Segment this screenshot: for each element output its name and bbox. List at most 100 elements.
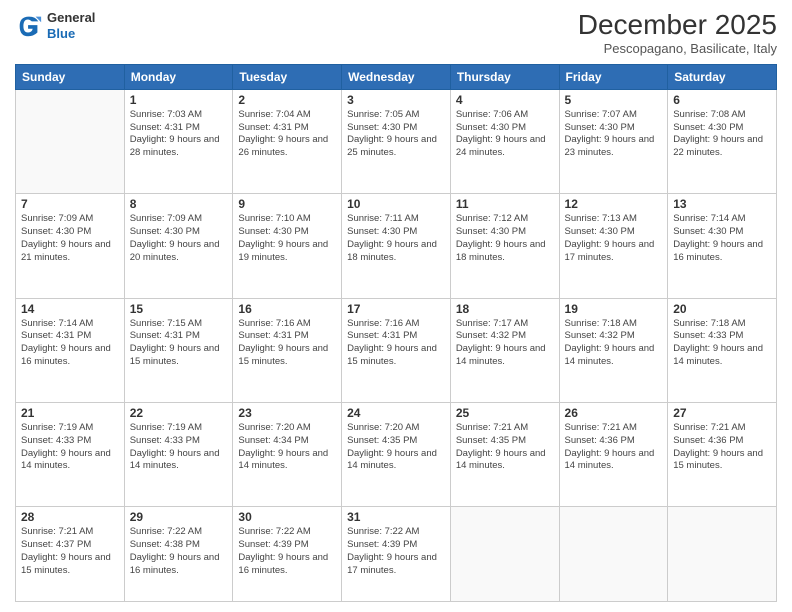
day-number: 20 — [673, 302, 771, 316]
day-number: 12 — [565, 197, 663, 211]
day-number: 19 — [565, 302, 663, 316]
day-info: Sunrise: 7:20 AMSunset: 4:34 PMDaylight:… — [238, 422, 336, 473]
day-number: 30 — [238, 510, 336, 524]
header: General Blue December 2025 Pescopagano, … — [15, 10, 777, 56]
day-info: Sunrise: 7:16 AMSunset: 4:31 PMDaylight:… — [238, 318, 336, 369]
calendar-week-row-2: 7 Sunrise: 7:09 AMSunset: 4:30 PMDaylight… — [16, 194, 777, 298]
weekday-header-monday: Monday — [124, 64, 233, 89]
day-number: 11 — [456, 197, 554, 211]
day-info: Sunrise: 7:21 AMSunset: 4:37 PMDaylight:… — [21, 526, 119, 577]
day-number: 31 — [347, 510, 445, 524]
calendar-cell: 4 Sunrise: 7:06 AMSunset: 4:30 PMDaylight… — [450, 89, 559, 193]
calendar-cell: 21 Sunrise: 7:19 AMSunset: 4:33 PMDayligh… — [16, 403, 125, 507]
calendar-week-row-3: 14 Sunrise: 7:14 AMSunset: 4:31 PMDayligh… — [16, 298, 777, 402]
day-number: 3 — [347, 93, 445, 107]
day-number: 26 — [565, 406, 663, 420]
calendar-cell: 18Sunrise: 7:17 AMSunset: 4:32 PMDayligh… — [450, 298, 559, 402]
day-number: 6 — [673, 93, 771, 107]
month-title: December 2025 — [578, 10, 777, 41]
calendar-cell — [450, 507, 559, 602]
weekday-header-row: SundayMondayTuesdayWednesdayThursdayFrid… — [16, 64, 777, 89]
weekday-header-sunday: Sunday — [16, 64, 125, 89]
calendar-cell: 6Sunrise: 7:08 AMSunset: 4:30 PMDaylight… — [668, 89, 777, 193]
day-number: 13 — [673, 197, 771, 211]
day-info: Sunrise: 7:19 AMSunset: 4:33 PMDaylight:… — [130, 422, 228, 473]
day-number: 29 — [130, 510, 228, 524]
calendar-cell: 12 Sunrise: 7:13 AMSunset: 4:30 PMDayligh… — [559, 194, 668, 298]
weekday-header-saturday: Saturday — [668, 64, 777, 89]
logo-general: General — [47, 10, 95, 26]
calendar-cell: 24Sunrise: 7:20 AMSunset: 4:35 PMDayligh… — [342, 403, 451, 507]
day-number: 24 — [347, 406, 445, 420]
day-number: 15 — [130, 302, 228, 316]
calendar-week-row-4: 21 Sunrise: 7:19 AMSunset: 4:33 PMDayligh… — [16, 403, 777, 507]
calendar-cell — [16, 89, 125, 193]
day-info: Sunrise: 7:04 AMSunset: 4:31 PMDaylight:… — [238, 109, 336, 160]
day-number: 10 — [347, 197, 445, 211]
calendar-cell: 14 Sunrise: 7:14 AMSunset: 4:31 PMDayligh… — [16, 298, 125, 402]
calendar-cell: 5 Sunrise: 7:07 AMSunset: 4:30 PMDaylight… — [559, 89, 668, 193]
calendar-cell: 11 Sunrise: 7:12 AMSunset: 4:30 PMDayligh… — [450, 194, 559, 298]
calendar-cell: 17 Sunrise: 7:16 AMSunset: 4:31 PMDayligh… — [342, 298, 451, 402]
day-info: Sunrise: 7:21 AMSunset: 4:35 PMDaylight:… — [456, 422, 554, 473]
weekday-header-tuesday: Tuesday — [233, 64, 342, 89]
calendar-cell: 10 Sunrise: 7:11 AMSunset: 4:30 PMDayligh… — [342, 194, 451, 298]
calendar-cell: 20 Sunrise: 7:18 AMSunset: 4:33 PMDayligh… — [668, 298, 777, 402]
day-info: Sunrise: 7:18 AMSunset: 4:32 PMDaylight:… — [565, 318, 663, 369]
day-info: Sunrise: 7:21 AMSunset: 4:36 PMDaylight:… — [565, 422, 663, 473]
day-number: 4 — [456, 93, 554, 107]
calendar-cell: 19 Sunrise: 7:18 AMSunset: 4:32 PMDayligh… — [559, 298, 668, 402]
day-number: 5 — [565, 93, 663, 107]
day-number: 1 — [130, 93, 228, 107]
calendar-cell: 31 Sunrise: 7:22 AMSunset: 4:39 PMDayligh… — [342, 507, 451, 602]
day-info: Sunrise: 7:06 AMSunset: 4:30 PMDaylight:… — [456, 109, 554, 160]
calendar-table: SundayMondayTuesdayWednesdayThursdayFrid… — [15, 64, 777, 602]
day-info: Sunrise: 7:13 AMSunset: 4:30 PMDaylight:… — [565, 213, 663, 264]
day-info: Sunrise: 7:12 AMSunset: 4:30 PMDaylight:… — [456, 213, 554, 264]
day-info: Sunrise: 7:09 AMSunset: 4:30 PMDaylight:… — [21, 213, 119, 264]
weekday-header-wednesday: Wednesday — [342, 64, 451, 89]
day-info: Sunrise: 7:16 AMSunset: 4:31 PMDaylight:… — [347, 318, 445, 369]
day-info: Sunrise: 7:22 AMSunset: 4:38 PMDaylight:… — [130, 526, 228, 577]
calendar-cell: 29 Sunrise: 7:22 AMSunset: 4:38 PMDayligh… — [124, 507, 233, 602]
day-info: Sunrise: 7:21 AMSunset: 4:36 PMDaylight:… — [673, 422, 771, 473]
day-info: Sunrise: 7:15 AMSunset: 4:31 PMDaylight:… — [130, 318, 228, 369]
day-info: Sunrise: 7:22 AMSunset: 4:39 PMDaylight:… — [347, 526, 445, 577]
day-info: Sunrise: 7:14 AMSunset: 4:30 PMDaylight:… — [673, 213, 771, 264]
day-info: Sunrise: 7:17 AMSunset: 4:32 PMDaylight:… — [456, 318, 554, 369]
day-info: Sunrise: 7:19 AMSunset: 4:33 PMDaylight:… — [21, 422, 119, 473]
day-number: 8 — [130, 197, 228, 211]
day-number: 2 — [238, 93, 336, 107]
day-info: Sunrise: 7:07 AMSunset: 4:30 PMDaylight:… — [565, 109, 663, 160]
calendar-cell: 9Sunrise: 7:10 AMSunset: 4:30 PMDaylight… — [233, 194, 342, 298]
calendar-cell — [559, 507, 668, 602]
weekday-header-thursday: Thursday — [450, 64, 559, 89]
day-info: Sunrise: 7:14 AMSunset: 4:31 PMDaylight:… — [21, 318, 119, 369]
day-number: 14 — [21, 302, 119, 316]
day-number: 25 — [456, 406, 554, 420]
day-info: Sunrise: 7:11 AMSunset: 4:30 PMDaylight:… — [347, 213, 445, 264]
day-number: 28 — [21, 510, 119, 524]
calendar-cell: 22Sunrise: 7:19 AMSunset: 4:33 PMDayligh… — [124, 403, 233, 507]
day-number: 16 — [238, 302, 336, 316]
day-info: Sunrise: 7:05 AMSunset: 4:30 PMDaylight:… — [347, 109, 445, 160]
calendar-cell: 25 Sunrise: 7:21 AMSunset: 4:35 PMDayligh… — [450, 403, 559, 507]
day-number: 27 — [673, 406, 771, 420]
day-info: Sunrise: 7:03 AMSunset: 4:31 PMDaylight:… — [130, 109, 228, 160]
calendar-cell: 2 Sunrise: 7:04 AMSunset: 4:31 PMDaylight… — [233, 89, 342, 193]
day-number: 21 — [21, 406, 119, 420]
logo: General Blue — [15, 10, 95, 41]
day-info: Sunrise: 7:22 AMSunset: 4:39 PMDaylight:… — [238, 526, 336, 577]
page: General Blue December 2025 Pescopagano, … — [0, 0, 792, 612]
calendar-cell: 27 Sunrise: 7:21 AMSunset: 4:36 PMDayligh… — [668, 403, 777, 507]
title-section: December 2025 Pescopagano, Basilicate, I… — [578, 10, 777, 56]
calendar-cell: 1 Sunrise: 7:03 AMSunset: 4:31 PMDaylight… — [124, 89, 233, 193]
day-number: 23 — [238, 406, 336, 420]
calendar-week-row-5: 28 Sunrise: 7:21 AMSunset: 4:37 PMDayligh… — [16, 507, 777, 602]
calendar-cell: 8Sunrise: 7:09 AMSunset: 4:30 PMDaylight… — [124, 194, 233, 298]
calendar-week-row-1: 1 Sunrise: 7:03 AMSunset: 4:31 PMDaylight… — [16, 89, 777, 193]
calendar-cell: 7 Sunrise: 7:09 AMSunset: 4:30 PMDaylight… — [16, 194, 125, 298]
day-number: 7 — [21, 197, 119, 211]
day-info: Sunrise: 7:18 AMSunset: 4:33 PMDaylight:… — [673, 318, 771, 369]
day-number: 17 — [347, 302, 445, 316]
